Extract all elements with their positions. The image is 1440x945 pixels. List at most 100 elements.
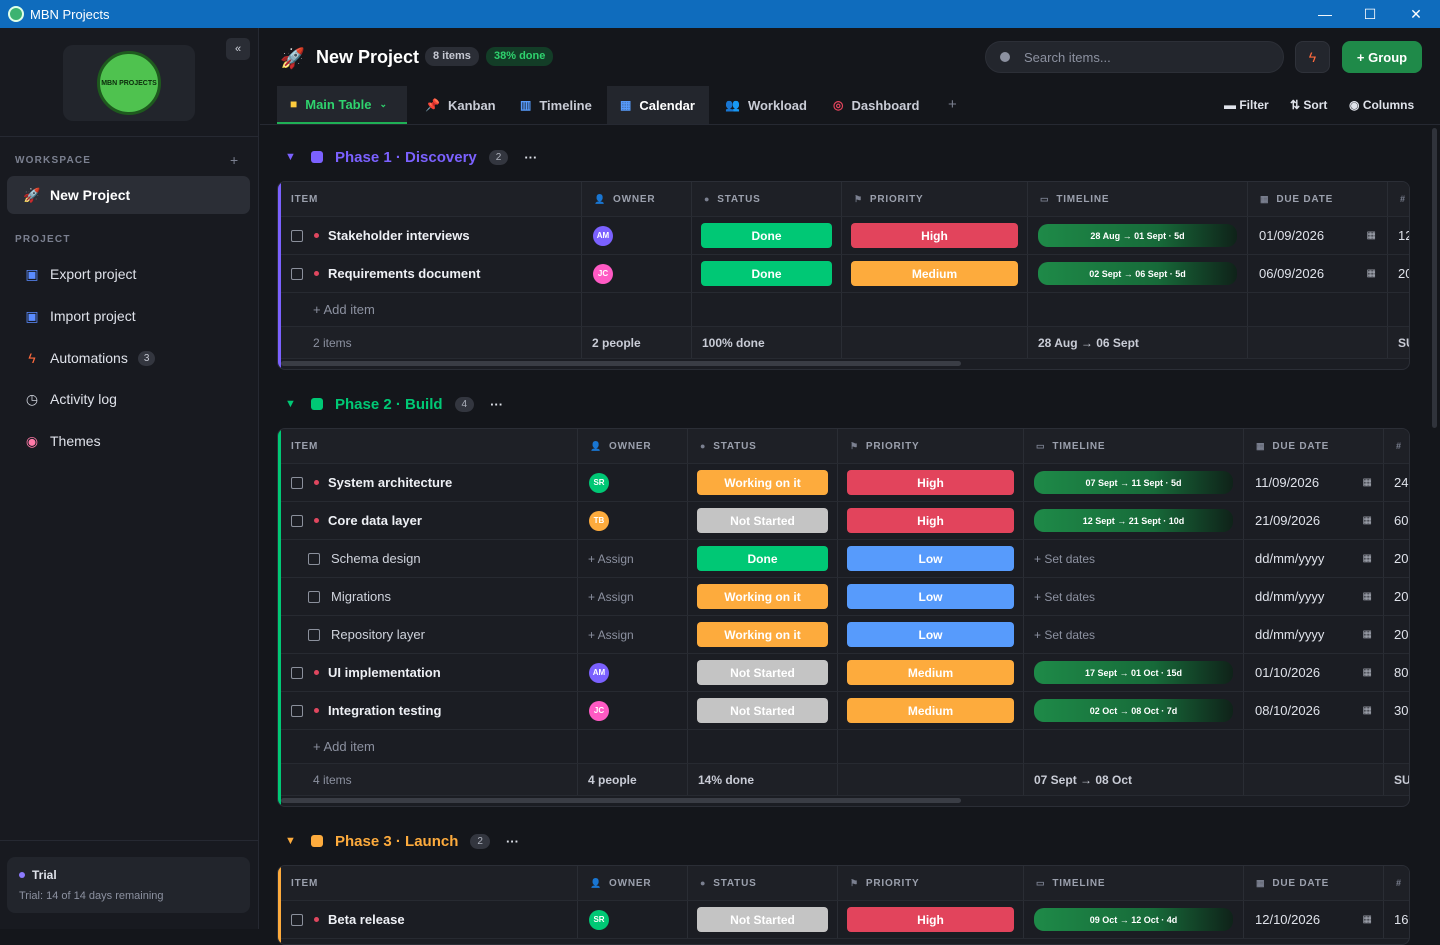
estimate-cell[interactable]: 20h xyxy=(1388,255,1409,292)
table-row[interactable]: Repository layer + Assign Working on it Low… xyxy=(281,616,1409,654)
row-checkbox[interactable] xyxy=(291,704,303,717)
priority-cell[interactable]: Medium xyxy=(842,255,1028,292)
priority-cell[interactable]: High xyxy=(842,217,1028,254)
status-pill[interactable]: Not Started xyxy=(697,698,828,723)
due-date-cell[interactable]: dd/mm/yyyy ▦ xyxy=(1244,578,1384,615)
priority-pill[interactable]: High xyxy=(847,470,1014,495)
item-cell[interactable]: Repository layer xyxy=(281,616,578,653)
due-date-cell[interactable]: dd/mm/yyyy ▦ xyxy=(1244,540,1384,577)
assign-button[interactable]: + Assign xyxy=(588,552,634,566)
priority-cell[interactable]: Medium xyxy=(838,692,1024,729)
status-cell[interactable]: Not Started xyxy=(688,502,838,539)
column-header-priority[interactable]: ⚑ PRIORITY xyxy=(838,866,1024,900)
priority-cell[interactable]: Low xyxy=(838,540,1024,577)
calendar-icon[interactable]: ▦ xyxy=(1367,230,1376,241)
group-header[interactable]: ▼ Phase 1 · Discovery 2 ··· xyxy=(277,145,537,169)
priority-pill[interactable]: Low xyxy=(847,546,1014,571)
column-header-owner[interactable]: 👤 OWNER xyxy=(578,866,688,900)
caret-down-icon[interactable]: ▼ xyxy=(285,151,297,163)
add-item-row[interactable]: + Add item xyxy=(281,730,1409,764)
group-name[interactable]: Phase 1 · Discovery xyxy=(335,149,477,166)
priority-pill[interactable]: High xyxy=(847,907,1014,932)
status-pill[interactable]: Working on it xyxy=(697,622,828,647)
table-row[interactable]: Stakeholder interviews AM Done High 28 Aug →… xyxy=(281,217,1409,255)
item-cell[interactable]: Migrations xyxy=(281,578,578,615)
estimate-cell[interactable]: 20h xyxy=(1384,578,1409,615)
group-more-button[interactable]: ··· xyxy=(506,834,519,849)
avatar[interactable]: AM xyxy=(589,662,609,683)
item-cell[interactable]: Beta release xyxy=(281,901,578,938)
item-cell[interactable]: UI implementation xyxy=(281,654,578,691)
status-pill[interactable]: Not Started xyxy=(697,660,828,685)
add-item-button[interactable]: + Add item xyxy=(313,739,375,754)
due-date-input[interactable]: 01/09/2026 xyxy=(1259,228,1324,243)
group-more-button[interactable]: ··· xyxy=(490,397,503,412)
automation-bolt-button[interactable]: ϟ xyxy=(1295,41,1330,73)
status-pill[interactable]: Done xyxy=(701,261,832,286)
item-name[interactable]: Beta release xyxy=(328,912,405,927)
item-name[interactable]: Stakeholder interviews xyxy=(328,228,470,243)
due-date-cell[interactable]: 01/10/2026 ▦ xyxy=(1244,654,1384,691)
estimate-cell[interactable]: 80h xyxy=(1384,654,1409,691)
owner-cell[interactable]: + Assign xyxy=(578,578,688,615)
owner-cell[interactable]: SR xyxy=(578,901,688,938)
status-cell[interactable]: Not Started xyxy=(688,901,838,938)
column-header-due[interactable]: ▦ DUE DATE xyxy=(1248,182,1388,216)
timeline-bar[interactable]: 02 Sept → 06 Sept · 5d xyxy=(1038,262,1237,285)
priority-cell[interactable]: Medium xyxy=(838,654,1024,691)
sidebar-item-export[interactable]: ▣ Export project xyxy=(7,255,250,293)
tab-main-table[interactable]: ■ Main Table ⌄ xyxy=(277,86,407,124)
columns-button[interactable]: ◉ Columns xyxy=(1349,98,1414,112)
add-item-button[interactable]: + Add item xyxy=(313,302,375,317)
column-header-est[interactable]: ## ES xyxy=(1384,429,1409,463)
owner-cell[interactable]: SR xyxy=(578,464,688,501)
sidebar-item-automations[interactable]: ϟ Automations 3 xyxy=(7,339,250,377)
owner-cell[interactable]: TB xyxy=(578,502,688,539)
status-pill[interactable]: Done xyxy=(701,223,832,248)
calendar-icon[interactable]: ▦ xyxy=(1363,515,1372,526)
add-view-button[interactable]: + xyxy=(948,96,957,113)
timeline-cell[interactable]: + Set dates xyxy=(1024,578,1244,615)
timeline-cell[interactable]: 17 Sept → 01 Oct · 15d xyxy=(1024,654,1244,691)
status-cell[interactable]: Not Started xyxy=(688,692,838,729)
filter-button[interactable]: ▬ Filter xyxy=(1224,98,1269,112)
status-cell[interactable]: Working on it xyxy=(688,616,838,653)
item-cell[interactable]: Requirements document xyxy=(281,255,582,292)
chevron-down-icon[interactable]: ⌄ xyxy=(379,99,387,110)
timeline-cell[interactable]: 28 Aug → 01 Sept · 5d xyxy=(1028,217,1248,254)
status-pill[interactable]: Done xyxy=(697,546,828,571)
status-cell[interactable]: Working on it xyxy=(688,464,838,501)
due-date-input[interactable]: dd/mm/yyyy xyxy=(1255,627,1324,642)
collapse-sidebar-button[interactable]: « xyxy=(226,38,250,60)
add-workspace-button[interactable]: + xyxy=(230,152,238,168)
timeline-cell[interactable]: + Set dates xyxy=(1024,540,1244,577)
status-cell[interactable]: Not Started xyxy=(688,654,838,691)
status-cell[interactable]: Working on it xyxy=(688,578,838,615)
timeline-cell[interactable]: 02 Sept → 06 Sept · 5d xyxy=(1028,255,1248,292)
item-cell[interactable]: Schema design xyxy=(281,540,578,577)
row-checkbox[interactable] xyxy=(291,913,303,926)
caret-down-icon[interactable]: ▼ xyxy=(285,398,297,410)
item-name[interactable]: UI implementation xyxy=(328,665,441,680)
table-row[interactable]: Integration testing JC Not Started Medium 02… xyxy=(281,692,1409,730)
group-header[interactable]: ▼ Phase 2 · Build 4 ··· xyxy=(277,392,503,416)
timeline-cell[interactable]: 09 Oct → 12 Oct · 4d xyxy=(1024,901,1244,938)
status-pill[interactable]: Working on it xyxy=(697,584,828,609)
column-header-priority[interactable]: ⚑ PRIORITY xyxy=(838,429,1024,463)
due-date-input[interactable]: 11/09/2026 xyxy=(1255,475,1319,490)
tab-timeline[interactable]: ▥ Timeline xyxy=(507,86,605,124)
column-header-est[interactable]: ## ES xyxy=(1388,182,1409,216)
priority-cell[interactable]: Low xyxy=(838,578,1024,615)
calendar-icon[interactable]: ▦ xyxy=(1363,591,1372,602)
table-row[interactable]: Core data layer TB Not Started High 12 Sept … xyxy=(281,502,1409,540)
table-row[interactable]: Beta release SR Not Started High 09 Oct → 12… xyxy=(281,901,1409,939)
column-header-status[interactable]: ● STATUS xyxy=(688,866,838,900)
priority-pill[interactable]: High xyxy=(847,508,1014,533)
row-checkbox[interactable] xyxy=(308,628,320,641)
minimize-button[interactable]: — xyxy=(1302,0,1348,28)
timeline-bar[interactable]: 09 Oct → 12 Oct · 4d xyxy=(1034,908,1233,931)
estimate-cell[interactable]: 12h xyxy=(1388,217,1409,254)
tab-kanban[interactable]: 📌 Kanban xyxy=(412,86,509,124)
column-header-timeline[interactable]: ▭ TIMELINE xyxy=(1028,182,1248,216)
calendar-icon[interactable]: ▦ xyxy=(1363,705,1372,716)
